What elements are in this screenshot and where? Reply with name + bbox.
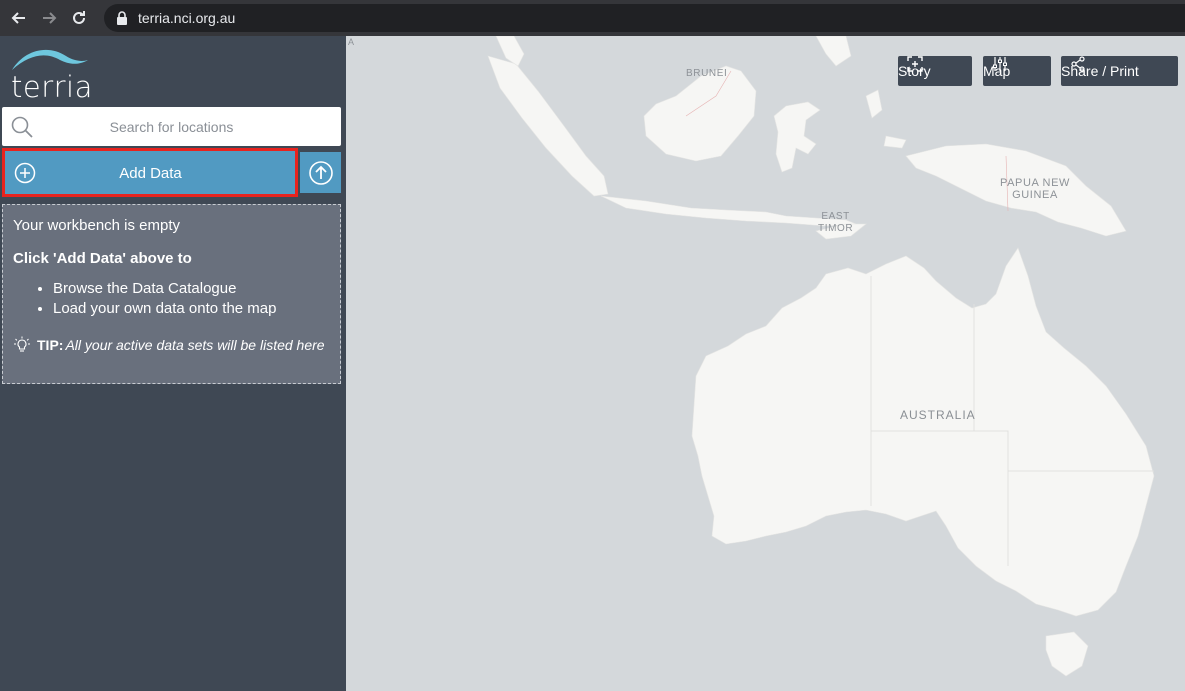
lightbulb-icon xyxy=(14,336,30,352)
map-label-timor-line2: TIMOR xyxy=(818,223,854,234)
terria-logo[interactable]: terria xyxy=(8,44,92,104)
share-print-button[interactable]: Share / Print xyxy=(1061,56,1178,86)
map-label-east-timor: EAST TIMOR xyxy=(818,211,853,235)
story-button[interactable]: Story xyxy=(898,56,972,86)
list-item: Load your own data onto the map xyxy=(53,299,330,318)
browser-toolbar: terria.nci.org.au xyxy=(0,0,1185,36)
workbench-instruction: Click 'Add Data' above to xyxy=(13,250,192,267)
map-label-papua-line2: GUINEA xyxy=(1012,189,1058,201)
location-search xyxy=(2,106,341,147)
map-settings-button[interactable]: Map xyxy=(983,56,1051,86)
map-basemap xyxy=(487,36,1155,677)
workbench-empty-title: Your workbench is empty xyxy=(13,217,181,234)
url-text: terria.nci.org.au xyxy=(138,10,236,26)
sliders-icon xyxy=(993,57,1007,71)
map-view[interactable]: A BRUNEI PAPUA NEW GUINEA EAST TIMOR AUS… xyxy=(346,36,1185,691)
map-label-brunei: BRUNEI xyxy=(686,68,728,79)
tip-label: TIP: xyxy=(37,337,64,353)
map-label-timor-line1: EAST xyxy=(821,211,850,222)
workbench-panel: Your workbench is empty Click 'Add Data'… xyxy=(2,204,341,384)
reload-button[interactable] xyxy=(64,0,94,36)
search-icon xyxy=(11,116,33,138)
search-input[interactable] xyxy=(2,106,341,147)
back-button[interactable] xyxy=(4,0,34,36)
tip-text: All your active data sets will be listed… xyxy=(65,337,325,353)
add-data-highlight: Add Data xyxy=(2,148,298,197)
upload-data-button[interactable] xyxy=(300,152,341,193)
logo-wordmark: terria xyxy=(11,70,93,104)
sidebar: terria Add Data Your workbench is empty … xyxy=(0,36,346,691)
arrow-right-icon xyxy=(43,12,57,24)
add-data-button[interactable]: Add Data xyxy=(8,154,293,192)
map-attribution-mark: A xyxy=(348,37,355,47)
add-data-label: Add Data xyxy=(119,164,182,182)
list-item: Browse the Data Catalogue xyxy=(53,279,330,298)
address-bar[interactable]: terria.nci.org.au xyxy=(104,4,1185,32)
workbench-tip: TIP: All your active data sets will be l… xyxy=(13,336,330,354)
map-label-australia: AUSTRALIA xyxy=(900,408,976,422)
map-label-papua-line1: PAPUA NEW xyxy=(1000,177,1070,189)
plus-circle-icon xyxy=(14,162,36,184)
share-icon xyxy=(1071,56,1085,72)
lock-icon xyxy=(116,10,132,26)
upload-icon xyxy=(308,160,333,185)
forward-button[interactable] xyxy=(34,0,64,36)
reload-icon xyxy=(73,11,85,24)
map-label-papua: PAPUA NEW GUINEA xyxy=(1000,177,1070,201)
story-icon xyxy=(907,56,923,72)
arrow-left-icon xyxy=(11,12,25,24)
workbench-list: Browse the Data Catalogue Load your own … xyxy=(13,279,330,318)
